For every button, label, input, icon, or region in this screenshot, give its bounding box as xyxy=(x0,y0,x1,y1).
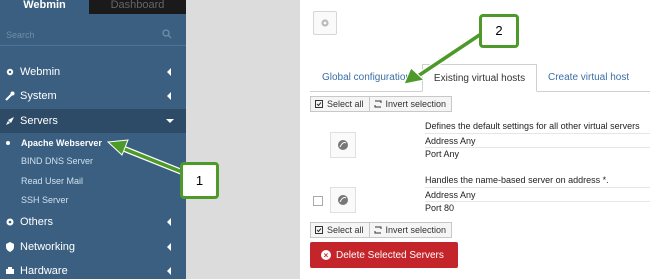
sidebar-item-servers[interactable]: Servers xyxy=(0,109,186,133)
tab-existing-virtual-hosts[interactable]: Existing virtual hosts xyxy=(422,64,537,92)
bullet-icon xyxy=(6,141,10,145)
divider xyxy=(425,133,650,134)
search-input[interactable]: Search xyxy=(0,24,186,46)
host-description: Defines the default settings for all oth… xyxy=(425,121,640,131)
callout-1: 1 xyxy=(180,162,219,199)
tab-create-virtual-host[interactable]: Create virtual host xyxy=(548,64,629,92)
chevron-left-icon xyxy=(167,92,171,100)
select-all-button[interactable]: Select all xyxy=(310,96,370,112)
address-label: Address xyxy=(425,136,459,146)
bullet-icon xyxy=(6,198,10,202)
delete-selected-servers-button[interactable]: × Delete Selected Servers xyxy=(310,242,458,268)
sidebar-item-label: Webmin xyxy=(20,66,61,78)
background-gap xyxy=(186,0,300,279)
host-description: Handles the name-based server on address… xyxy=(425,175,609,185)
divider xyxy=(425,147,650,148)
host-port: Port Any xyxy=(425,149,459,159)
top-tabs: Webmin Dashboard xyxy=(0,0,186,14)
chevron-left-icon xyxy=(167,218,171,226)
chevron-left-icon xyxy=(167,267,171,275)
sidebar-item-webmin[interactable]: Webmin xyxy=(0,60,186,84)
sidebar-item-label: Others xyxy=(20,216,54,228)
sidebar-item-label: Networking xyxy=(20,241,76,253)
invert-selection-button[interactable]: Invert selection xyxy=(369,222,453,238)
wrench-icon xyxy=(5,91,15,101)
sidebar-subitem-label: BIND DNS Server xyxy=(21,156,94,166)
address-value: Any xyxy=(460,190,476,200)
invert-icon xyxy=(374,100,382,108)
host-port: Port 80 xyxy=(425,203,454,213)
selection-toolbar-top: Select all Invert selection xyxy=(310,96,453,112)
select-all-button[interactable]: Select all xyxy=(310,222,370,238)
module-config-button[interactable] xyxy=(313,11,337,35)
rocket-icon xyxy=(5,116,15,126)
close-icon: × xyxy=(321,250,331,260)
gear-icon xyxy=(5,67,15,77)
chevron-left-icon xyxy=(167,68,171,76)
feather-icon xyxy=(338,195,348,205)
host-select-checkbox[interactable] xyxy=(313,196,323,206)
callout-2: 2 xyxy=(479,14,519,48)
invert-selection-button[interactable]: Invert selection xyxy=(369,96,453,112)
selection-toolbar-bottom: Select all Invert selection xyxy=(310,222,453,238)
port-value: Any xyxy=(443,149,460,159)
sidebar-item-networking[interactable]: Networking xyxy=(0,235,186,259)
sidebar-subitem-ssh[interactable]: SSH Server xyxy=(0,191,186,209)
search-placeholder: Search xyxy=(6,30,35,40)
main-panel: Global configuration Existing virtual ho… xyxy=(300,0,650,279)
port-label: Port xyxy=(425,149,442,159)
tab-bar: Global configuration Existing virtual ho… xyxy=(310,64,650,92)
select-all-label: Select all xyxy=(327,225,364,235)
host-address: Address Any xyxy=(425,190,476,200)
chevron-down-icon xyxy=(166,119,174,123)
gear-icon xyxy=(321,19,329,27)
tab-dashboard[interactable]: Dashboard xyxy=(89,0,186,14)
sidebar: Webmin Dashboard Search Webmin System Se… xyxy=(0,0,186,279)
sidebar-subitem-label: Read User Mail xyxy=(21,176,84,186)
sidebar-item-label: System xyxy=(20,90,57,102)
check-square-icon xyxy=(315,226,323,234)
sidebar-item-hardware[interactable]: Hardware xyxy=(0,259,186,279)
select-all-label: Select all xyxy=(327,99,364,109)
sidebar-subitem-bind[interactable]: BIND DNS Server xyxy=(0,152,186,170)
invert-selection-label: Invert selection xyxy=(385,99,447,109)
invert-icon xyxy=(374,226,382,234)
shield-icon xyxy=(5,242,15,252)
sidebar-subitem-read-mail[interactable]: Read User Mail xyxy=(0,172,186,190)
check-square-icon xyxy=(315,100,323,108)
divider xyxy=(425,187,650,188)
divider xyxy=(425,201,650,202)
sidebar-item-system[interactable]: System xyxy=(0,84,186,108)
sidebar-subitem-label: Apache Webserver xyxy=(21,138,102,148)
sidebar-subitem-apache[interactable]: Apache Webserver xyxy=(0,134,186,152)
name-based-server-icon-button[interactable] xyxy=(330,187,356,213)
sidebar-item-label: Servers xyxy=(20,115,58,127)
sidebar-subitem-label: SSH Server xyxy=(21,195,69,205)
address-value: Any xyxy=(460,136,476,146)
tab-webmin[interactable]: Webmin xyxy=(0,0,89,14)
delete-selected-label: Delete Selected Servers xyxy=(336,249,444,261)
chevron-left-icon xyxy=(167,243,171,251)
feather-icon xyxy=(338,140,348,150)
address-label: Address xyxy=(425,190,459,200)
port-value: 80 xyxy=(444,203,455,213)
cog-icon xyxy=(5,217,15,227)
tab-global-configuration[interactable]: Global configuration xyxy=(322,64,411,92)
sidebar-item-label: Hardware xyxy=(20,265,68,277)
invert-selection-label: Invert selection xyxy=(385,225,447,235)
bullet-icon xyxy=(6,179,10,183)
bullet-icon xyxy=(6,159,10,163)
host-address: Address Any xyxy=(425,136,476,146)
search-icon xyxy=(162,29,172,39)
port-label: Port xyxy=(425,203,442,213)
default-server-icon-button[interactable] xyxy=(330,132,356,158)
sidebar-item-others[interactable]: Others xyxy=(0,210,186,234)
printer-icon xyxy=(5,266,15,276)
webmin-window: Webmin Dashboard Search Webmin System Se… xyxy=(0,0,650,279)
